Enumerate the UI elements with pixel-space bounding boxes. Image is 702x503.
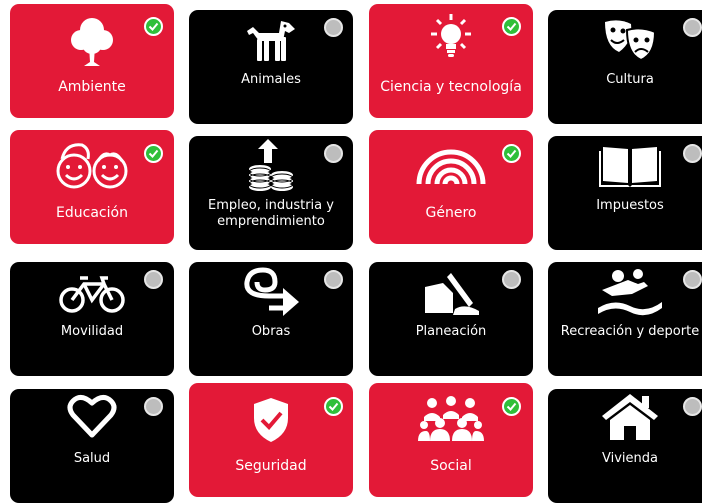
tile-educacion[interactable]: Educación — [10, 130, 174, 244]
unselected-check-icon — [502, 270, 521, 289]
unselected-check-icon — [683, 397, 702, 416]
theater-masks-icon — [548, 16, 702, 66]
tile-salud[interactable]: Salud — [10, 389, 174, 503]
unselected-check-icon — [324, 144, 343, 163]
unselected-check-icon — [324, 18, 343, 37]
tile-label: Cultura — [606, 72, 654, 87]
tile-label: Social — [430, 458, 472, 474]
tile-label: Vivienda — [602, 451, 658, 466]
tile-label: Obras — [251, 324, 291, 339]
tile-label-line2: emprendimiento — [217, 214, 325, 229]
tile-label: Ciencia y tecnología — [380, 79, 522, 95]
tile-empleo[interactable]: Empleo, industria y emprendimiento — [189, 136, 353, 250]
selected-check-icon — [144, 17, 163, 36]
tile-label: Seguridad — [235, 458, 307, 474]
tile-label: Ambiente — [58, 79, 126, 95]
house-icon — [548, 391, 702, 443]
tile-social[interactable]: Social — [369, 383, 533, 497]
open-book-icon — [548, 140, 702, 190]
unselected-check-icon — [144, 397, 163, 416]
tile-obras[interactable]: Obras — [189, 262, 353, 376]
tile-impuestos[interactable]: Impuestos — [548, 136, 702, 250]
tile-label: Educación — [56, 205, 128, 221]
tile-vivienda[interactable]: Vivienda — [548, 389, 702, 503]
unselected-check-icon — [683, 18, 702, 37]
swimmer-icon — [548, 264, 702, 320]
tile-label: Impuestos — [596, 198, 664, 213]
selected-check-icon — [502, 144, 521, 163]
selected-check-icon — [502, 397, 521, 416]
unselected-check-icon — [683, 270, 702, 289]
tile-label: Planeación — [415, 324, 487, 339]
tile-label: Género — [425, 205, 477, 221]
tile-cultura[interactable]: Cultura — [548, 10, 702, 124]
tile-genero[interactable]: Género — [369, 130, 533, 244]
unselected-check-icon — [144, 270, 163, 289]
unselected-check-icon — [683, 144, 702, 163]
tile-recreacion-deporte[interactable]: Recreación y deporte — [548, 262, 702, 376]
unselected-check-icon — [324, 270, 343, 289]
tile-ambiente[interactable]: Ambiente — [10, 4, 174, 118]
tile-animales[interactable]: Animales — [189, 10, 353, 124]
tile-label: Animales — [241, 72, 301, 87]
tile-ciencia-tecnologia[interactable]: Ciencia y tecnología — [369, 4, 533, 118]
tile-planeacion[interactable]: Planeación — [369, 262, 533, 376]
tile-label: Salud — [73, 451, 111, 466]
tile-label: Movilidad — [60, 324, 124, 339]
tile-label: Recreación y deporte — [560, 324, 700, 339]
selected-check-icon — [502, 17, 521, 36]
tile-movilidad[interactable]: Movilidad — [10, 262, 174, 376]
tile-label: Empleo, industria y — [208, 198, 334, 213]
selected-check-icon — [324, 397, 343, 416]
tile-seguridad[interactable]: Seguridad — [189, 383, 353, 497]
selected-check-icon — [144, 144, 163, 163]
